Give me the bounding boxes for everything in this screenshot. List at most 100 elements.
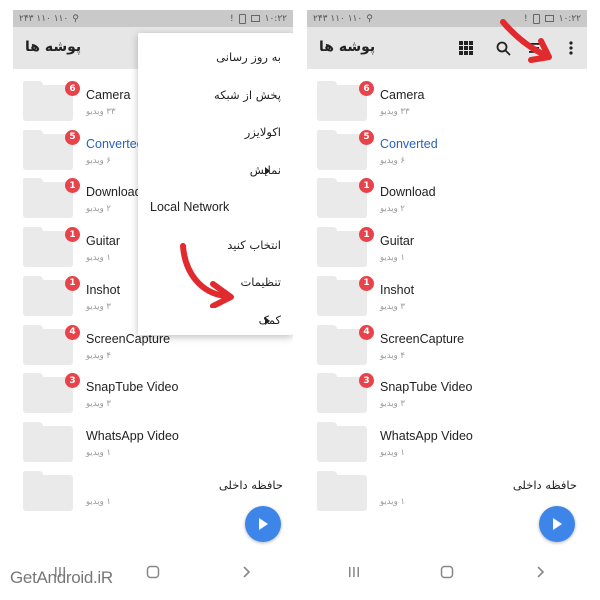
- folder-name: Guitar: [380, 234, 415, 249]
- folder-icon: [317, 470, 367, 511]
- folder-row[interactable]: 5 Converted ۶ ویدیو: [307, 129, 587, 180]
- home-icon: [146, 565, 160, 579]
- menu-item[interactable]: Local Network: [138, 190, 293, 228]
- battery-icon: [238, 13, 246, 24]
- vpn-icon: ⚲: [72, 13, 79, 24]
- new-count-badge: 4: [65, 324, 80, 340]
- folder-name: Download: [380, 185, 436, 200]
- folder-name: Inshot: [380, 282, 415, 297]
- overflow-menu-button[interactable]: [562, 39, 580, 57]
- menu-item-label: به روز رسانی: [216, 50, 281, 64]
- folder-video-count: ۱ ویدیو: [380, 253, 405, 264]
- new-count-badge: 1: [359, 275, 374, 291]
- new-count-badge: 5: [65, 129, 80, 145]
- folder-row[interactable]: 1 Download ۲ ویدیو: [307, 178, 587, 228]
- folder-video-count: ۱ ویدیو: [380, 496, 405, 507]
- new-count-badge: 4: [359, 324, 374, 340]
- folder-video-count: ۱ ویدیو: [86, 496, 111, 507]
- folder-name: Converted: [380, 136, 438, 151]
- folder-row[interactable]: 3 SnapTube Video ۳ ویدیو: [13, 373, 293, 423]
- folder-icon: [23, 470, 73, 511]
- page-title: پوشه ها: [319, 39, 376, 55]
- play-button[interactable]: [539, 506, 575, 542]
- folder-name: SnapTube Video: [86, 380, 179, 395]
- submenu-arrow-icon: [265, 166, 270, 175]
- folder-video-count: ۳۳ ویدیو: [86, 107, 116, 117]
- new-count-badge: 3: [359, 373, 374, 389]
- vpn-icon: ⚲: [366, 13, 373, 24]
- folder-row[interactable]: 3 SnapTube Video ۳ ویدیو: [307, 373, 587, 423]
- play-icon: [553, 518, 562, 530]
- folder-video-count: ۴ ویدیو: [380, 350, 405, 361]
- new-count-badge: 6: [65, 81, 80, 96]
- menu-item-label: اکولایزر: [244, 125, 281, 139]
- new-count-badge: 1: [359, 178, 374, 194]
- folder-video-count: ۲ ویدیو: [86, 204, 111, 215]
- menu-item-label: Local Network: [150, 200, 230, 214]
- nav-home-button[interactable]: [427, 560, 467, 584]
- folder-video-count: ۲ ویدیو: [380, 204, 405, 215]
- back-icon: [537, 566, 545, 578]
- folder-video-count: ۴ ویدیو: [86, 350, 111, 361]
- new-count-badge: 5: [359, 129, 374, 145]
- folder-name: Inshot: [86, 282, 121, 297]
- red-arrow-annotation-icon: [500, 19, 552, 63]
- folder-name: حافظه داخلی: [218, 477, 283, 492]
- new-count-badge: 1: [359, 227, 374, 243]
- folder-row[interactable]: 4 ScreenCapture ۴ ویدیو: [307, 324, 587, 375]
- alert-icon: !: [230, 13, 234, 24]
- phone-right: ۲۴۳ ۱۱۰ ۱۱۰ ⚲ ! ۱۰:۲۲ پوشه ها 6 Camera ۳…: [307, 10, 587, 590]
- submenu-arrow-icon: [265, 316, 270, 325]
- home-icon: [440, 565, 454, 579]
- folder-row[interactable]: 1 Guitar ۱ ویدیو: [307, 227, 587, 277]
- nav-back-button[interactable]: [520, 560, 560, 584]
- status-time: ۱۰:۲۲: [558, 13, 581, 24]
- folder-video-count: ۶ ویدیو: [86, 155, 111, 166]
- nav-back-button[interactable]: [226, 560, 266, 584]
- new-count-badge: 1: [65, 178, 80, 194]
- menu-item-label: پخش از شبکه: [214, 87, 281, 102]
- recents-icon: [348, 567, 359, 577]
- menu-item[interactable]: نمایش: [138, 153, 293, 191]
- folder-video-count: ۶ ویدیو: [380, 155, 405, 166]
- folder-video-count: ۳ ویدیو: [86, 301, 111, 312]
- folder-name: Camera: [86, 88, 131, 102]
- folder-video-count: ۳ ویدیو: [380, 301, 405, 312]
- folder-video-count: ۳ ویدیو: [380, 399, 405, 410]
- menu-item[interactable]: پخش از شبکه: [138, 78, 293, 116]
- folder-row[interactable]: 1 Inshot ۳ ویدیو: [307, 275, 587, 326]
- menu-item-label: تنظیمات: [240, 275, 281, 289]
- image-icon: [250, 15, 260, 22]
- folder-video-count: ۳۳ ویدیو: [380, 107, 410, 117]
- grid-view-button[interactable]: [457, 39, 475, 57]
- menu-item[interactable]: به روز رسانی: [138, 40, 293, 78]
- system-nav-bar: [307, 558, 587, 586]
- overflow-menu-icon: [569, 41, 573, 55]
- signal-text: ۲۴۳ ۱۱۰ ۱۱۰: [313, 13, 363, 24]
- back-icon: [243, 566, 251, 578]
- status-time: ۱۰:۲۲: [264, 13, 287, 24]
- play-icon: [259, 518, 268, 530]
- menu-item[interactable]: اکولایزر: [138, 115, 293, 153]
- page-title: پوشه ها: [25, 39, 82, 55]
- phone-left: ۲۴۳ ۱۱۰ ۱۱۰ ⚲ ! ۱۰:۲۲ پوشه ها 6 Camera ۳۳ …: [13, 10, 293, 590]
- play-button[interactable]: [245, 506, 281, 542]
- new-count-badge: 3: [65, 373, 80, 389]
- menu-item[interactable]: کمک: [138, 303, 293, 341]
- folder-video-count: ۱ ویدیو: [380, 447, 405, 458]
- grid-view-icon: [459, 41, 473, 55]
- folder-name: Guitar: [86, 234, 121, 249]
- folder-row[interactable]: WhatsApp Video ۱ ویدیو: [13, 421, 293, 472]
- screenshot-comparison: ۲۴۳ ۱۱۰ ۱۱۰ ⚲ ! ۱۰:۲۲ پوشه ها 6 Camera ۳۳ …: [0, 0, 600, 600]
- folder-row[interactable]: WhatsApp Video ۱ ویدیو: [307, 421, 587, 472]
- folder-video-count: ۱ ویدیو: [86, 253, 111, 264]
- red-arrow-annotation-icon: [180, 243, 234, 308]
- folder-video-count: ۳ ویدیو: [86, 399, 111, 410]
- folder-name: ScreenCapture: [380, 331, 465, 346]
- nav-recents-button[interactable]: [334, 560, 374, 584]
- nav-home-button[interactable]: [133, 560, 173, 584]
- new-count-badge: 1: [65, 275, 80, 291]
- new-count-badge: 1: [65, 227, 80, 243]
- folder-row[interactable]: 6 Camera ۳۳ ویدیو: [307, 81, 587, 131]
- signal-text: ۲۴۳ ۱۱۰ ۱۱۰: [19, 13, 69, 24]
